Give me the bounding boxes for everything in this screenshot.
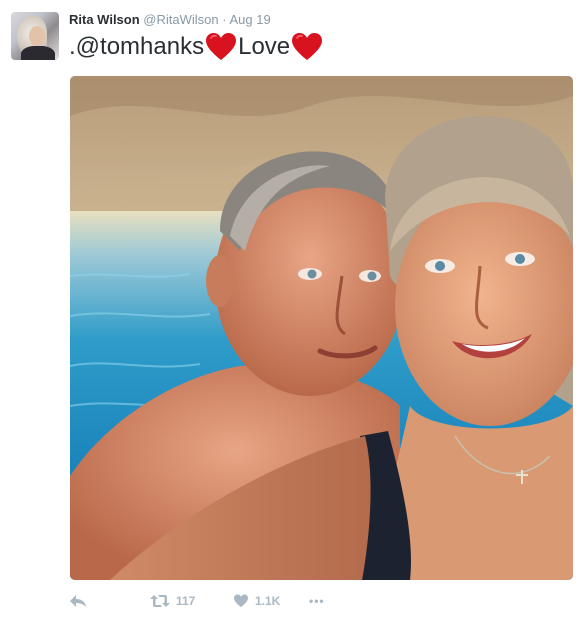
avatar-face <box>29 26 45 46</box>
avatar[interactable] <box>11 12 59 60</box>
heart-emoji-icon <box>206 33 237 60</box>
reply-button[interactable] <box>69 591 87 611</box>
separator-dot: · <box>222 12 227 27</box>
user-handle[interactable]: @RitaWilson <box>143 12 218 27</box>
avatar-dress <box>21 46 55 60</box>
more-icon: ••• <box>309 594 325 608</box>
display-name[interactable]: Rita Wilson <box>69 12 140 27</box>
tweet: Rita Wilson @RitaWilson · Aug 19 .@tomha… <box>0 0 587 623</box>
tweet-photo[interactable] <box>70 76 573 580</box>
reply-icon <box>70 595 86 607</box>
like-button[interactable]: 1.1K <box>233 591 280 611</box>
like-count: 1.1K <box>255 594 281 608</box>
retweet-count: 117 <box>176 594 196 608</box>
selfie-photo <box>70 76 573 580</box>
retweet-icon <box>150 595 170 607</box>
tweet-header: Rita Wilson @RitaWilson · Aug 19 <box>69 12 271 28</box>
heart-icon <box>234 594 248 608</box>
love-word: Love <box>238 33 291 60</box>
tweet-text: .@tomhanks Love <box>69 31 324 63</box>
tweet-date[interactable]: Aug 19 <box>230 12 271 27</box>
retweet-button[interactable]: 117 <box>150 591 195 611</box>
heart-emoji-icon <box>292 33 323 60</box>
tweet-actions: 117 1.1K ••• <box>69 591 369 611</box>
mention-link[interactable]: .@tomhanks <box>69 31 204 63</box>
more-button[interactable]: ••• <box>309 591 325 611</box>
